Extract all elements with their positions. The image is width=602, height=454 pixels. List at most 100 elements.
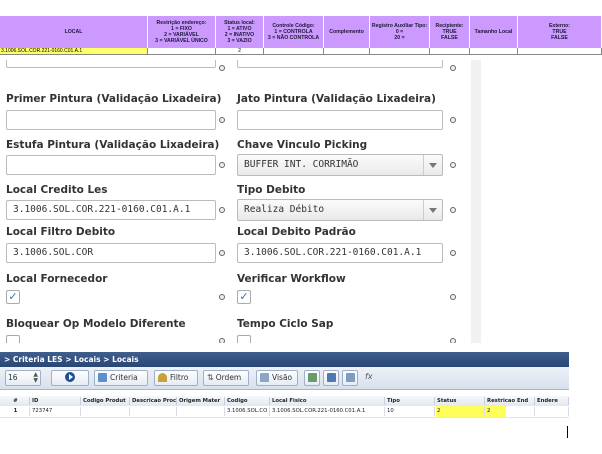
tempo-ciclo-label: Tempo Ciclo Sap: [237, 318, 334, 330]
cell-tamanho[interactable]: [470, 48, 518, 55]
jato-input[interactable]: [237, 110, 443, 130]
bloquear-checkbox[interactable]: [6, 335, 20, 343]
bloquear-indicator: [219, 338, 225, 343]
cell-status[interactable]: 2: [216, 48, 264, 55]
row-restricao: 2: [485, 407, 535, 416]
col-header-endereco[interactable]: Endere: [535, 397, 569, 405]
tipo-debito-select[interactable]: Realiza Débito: [237, 199, 443, 221]
workflow-indicator: [450, 294, 456, 300]
col-header-restricao[interactable]: Restricao End: [485, 397, 535, 405]
cell-recipiente[interactable]: [430, 48, 470, 55]
credito-input[interactable]: 3.1006.SOL.COR.221-0160.C01.A.1: [6, 200, 216, 220]
column-header-complemento: Complemento: [324, 16, 370, 48]
criteria-icon: [98, 373, 107, 382]
workflow-checkbox[interactable]: ✓: [237, 290, 251, 304]
spinner-arrows-icon[interactable]: ▲ ▼: [33, 372, 38, 384]
tipo-debito-label: Tipo Debito: [237, 184, 306, 196]
tempo-ciclo-indicator: [450, 338, 456, 343]
window-button[interactable]: [342, 370, 358, 386]
criteria-button[interactable]: Criteria: [94, 370, 148, 386]
row-endereco: [535, 407, 569, 416]
workflow-label: Verificar Workflow: [237, 273, 346, 285]
formula-icon: fx: [365, 372, 373, 381]
fornecedor-indicator: [219, 294, 225, 300]
chevron-down-icon[interactable]: [423, 155, 442, 175]
chevron-down-icon[interactable]: [423, 200, 442, 220]
cell-complemento[interactable]: [324, 48, 370, 55]
debito-padrao-input[interactable]: 3.1006.SOL.COR.221-0160.C01.A.1: [237, 243, 443, 263]
col-header-origem[interactable]: Origem Mater: [177, 397, 225, 405]
estufa-indicator: [219, 162, 225, 168]
clipped-field-right[interactable]: [237, 60, 443, 68]
cell-registro[interactable]: [370, 48, 430, 55]
debito-padrao-indicator: [450, 250, 456, 256]
filtro-button-label: Filtro: [170, 373, 189, 382]
filtro-debito-label: Local Filtro Debito: [6, 226, 116, 238]
cell-externo[interactable]: [518, 48, 602, 55]
cell-restricao[interactable]: [148, 48, 216, 55]
estufa-input[interactable]: [6, 155, 216, 175]
page-size-spinner[interactable]: 16 ▲ ▼: [5, 370, 41, 386]
chave-label: Chave Vinculo Picking: [237, 139, 368, 151]
column-header-local: LOCAL: [0, 16, 148, 48]
play-icon: [65, 372, 75, 382]
col-header-descricao[interactable]: Descricao Proc: [130, 397, 177, 405]
filtro-button[interactable]: Filtro: [154, 370, 198, 386]
formula-button[interactable]: fx: [362, 370, 378, 386]
chave-indicator: [450, 162, 456, 168]
bloquear-label: Bloquear Op Modelo Diferente: [6, 318, 186, 330]
cell-controle[interactable]: [264, 48, 324, 55]
local-form: Primer Pintura (Validação Lixadeira) Jat…: [0, 60, 481, 343]
credito-indicator: [219, 207, 225, 213]
visao-button-label: Visão: [272, 373, 293, 382]
window-icon: [346, 373, 355, 382]
row-status: 2: [435, 407, 485, 416]
col-header-local-fisico[interactable]: Local Fisico: [270, 397, 385, 405]
primer-indicator: [219, 117, 225, 123]
clipped-field-left-indicator: [219, 65, 225, 71]
export-icon: [308, 373, 317, 382]
save-button[interactable]: [323, 370, 339, 386]
grid-toolbar: 16 ▲ ▼ Criteria Filtro ⇅ Ordem Visão fx: [0, 367, 569, 390]
page-size-value: 16: [8, 373, 18, 382]
col-header-id[interactable]: ID: [30, 397, 81, 405]
criteria-button-label: Criteria: [110, 373, 138, 382]
export-button[interactable]: [304, 370, 320, 386]
col-header-status[interactable]: Status: [435, 397, 485, 405]
breadcrumb: > Criteria LES > Locais > Locais: [0, 352, 569, 367]
fornecedor-label: Local Fornecedor: [6, 273, 108, 285]
tempo-ciclo-checkbox[interactable]: [237, 335, 251, 343]
col-header-codigo[interactable]: Codigo: [225, 397, 270, 405]
row-codigo-produto: [81, 407, 130, 416]
column-header-recipiente: Recipiente: TRUE FALSE: [430, 16, 470, 48]
primer-input[interactable]: [6, 110, 216, 130]
row-descricao: [130, 407, 177, 416]
primer-label: Primer Pintura (Validação Lixadeira): [6, 93, 222, 105]
debito-padrao-label: Local Debito Padrão: [237, 226, 356, 238]
ordem-button[interactable]: ⇅ Ordem: [203, 370, 249, 386]
form-scrollbar[interactable]: [471, 60, 481, 343]
cell-local[interactable]: 3.1006.SOL.COR.221-0160.C01.A.1: [0, 48, 148, 55]
row-num: 1: [0, 407, 30, 416]
visao-button[interactable]: Visão: [256, 370, 298, 386]
locais-grid-panel: > Criteria LES > Locais > Locais 16 ▲ ▼ C…: [0, 352, 569, 454]
filtro-debito-input[interactable]: 3.1006.SOL.COR: [6, 243, 216, 263]
spreadsheet-header: LOCAL Restrição endereço: 1 = FIXO 2 = V…: [0, 0, 602, 58]
column-header-externo: Externo: TRUE FALSE: [518, 16, 602, 48]
column-header-restricao: Restrição endereço: 1 = FIXO 2 = VARIÁVE…: [148, 16, 216, 48]
text-cursor: [567, 426, 568, 438]
col-header-tipo[interactable]: Tipo: [385, 397, 435, 405]
column-header-controle: Controle Código: 1 = CONTROLA 3 = NÃO CO…: [264, 16, 324, 48]
estufa-label: Estufa Pintura (Validação Lixadeira): [6, 139, 220, 151]
column-header-status: Status local: 1 = ATIVO 2 = INATIVO 3 = …: [216, 16, 264, 48]
clipped-field-left[interactable]: [6, 60, 216, 68]
col-header-codigo-produto[interactable]: Codigo Produt: [81, 397, 130, 405]
fornecedor-checkbox[interactable]: ✓: [6, 290, 20, 304]
col-header-num[interactable]: #: [0, 397, 30, 405]
sort-icon: ⇅: [207, 373, 214, 382]
view-icon: [260, 373, 269, 382]
jato-indicator: [450, 117, 456, 123]
filtro-debito-indicator: [219, 250, 225, 256]
run-button[interactable]: [51, 370, 89, 386]
chave-select[interactable]: BUFFER INT. CORRIMÃO: [237, 154, 443, 176]
